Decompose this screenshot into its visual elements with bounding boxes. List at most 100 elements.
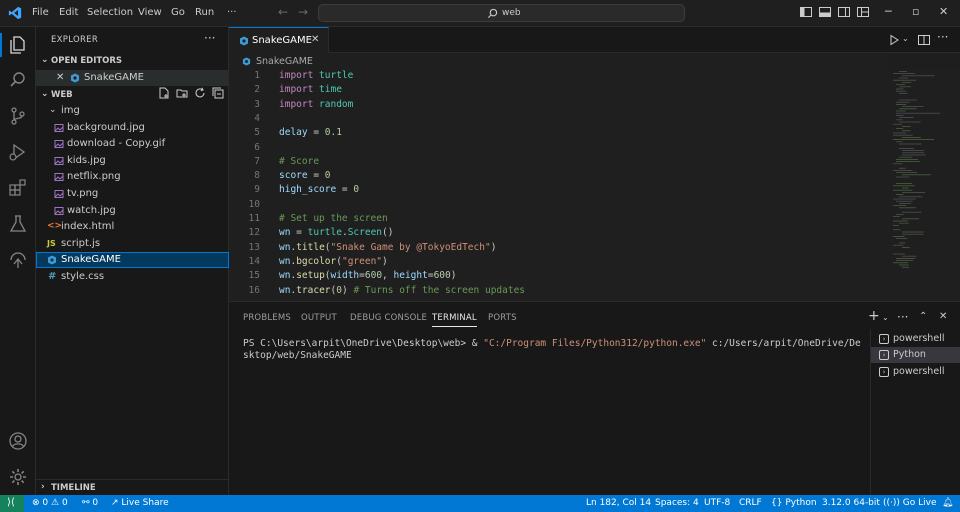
tree-item-kids-jpg[interactable]: kids.jpg: [36, 153, 229, 169]
menu-file[interactable]: File: [32, 7, 49, 18]
menu-run[interactable]: Run: [195, 7, 214, 18]
tree-item-index-html[interactable]: <> index.html: [36, 219, 229, 235]
terminal-item-python[interactable]: › Python: [871, 347, 960, 363]
close-editor-icon[interactable]: ✕: [56, 72, 64, 83]
editor-more-actions-icon[interactable]: ···: [937, 30, 948, 44]
line-number: 13: [248, 241, 260, 253]
tree-item-watch-jpg[interactable]: watch.jpg: [36, 203, 229, 219]
menu-go[interactable]: Go: [171, 7, 185, 18]
menu-edit[interactable]: Edit: [59, 7, 78, 18]
indentation[interactable]: Spaces: 4: [655, 498, 699, 508]
new-file-icon[interactable]: [158, 87, 170, 99]
notifications-bell-icon[interactable]: 🔔︎: [942, 498, 953, 508]
run-and-debug-icon[interactable]: [8, 142, 28, 162]
panel-tab-problems[interactable]: PROBLEMS: [243, 313, 291, 323]
tree-item-img-folder[interactable]: ⌄ img: [36, 103, 229, 119]
tree-item-background-jpg[interactable]: background.jpg: [36, 120, 229, 136]
panel-tab-terminal[interactable]: TERMINAL: [432, 313, 477, 327]
python-file-icon: [48, 255, 56, 265]
bottom-panel: PROBLEMS OUTPUT DEBUG CONSOLE TERMINAL P…: [229, 301, 960, 496]
tree-item-download-gif[interactable]: download - Copy.gif: [36, 136, 229, 152]
go-live-button[interactable]: ((·)) Go Live: [883, 498, 937, 508]
end-of-line[interactable]: CRLF: [739, 498, 762, 508]
customize-layout-icon[interactable]: [857, 6, 869, 18]
encoding[interactable]: UTF-8: [704, 498, 730, 508]
run-dropdown-chevron-icon[interactable]: ⌄: [902, 34, 909, 43]
vscode-logo-icon: [8, 6, 22, 20]
panel-tab-ports[interactable]: PORTS: [488, 313, 517, 323]
extensions-icon[interactable]: [8, 178, 28, 198]
error-icon: ⊗: [32, 498, 40, 508]
panel-tab-debug-console[interactable]: DEBUG CONSOLE: [350, 313, 427, 323]
tree-item-snakegame[interactable]: SnakeGAME: [36, 252, 229, 268]
restore-icon[interactable]: ▫: [912, 5, 919, 18]
code-editor[interactable]: 1 import turtle 2 import time 3 import rand…: [229, 69, 960, 301]
testing-flask-icon[interactable]: [8, 214, 28, 234]
live-share-button[interactable]: ↗ Live Share: [111, 498, 169, 508]
open-editor-item[interactable]: ✕ SnakeGAME: [36, 70, 229, 86]
tab-snakegame[interactable]: SnakeGAME ✕: [229, 27, 329, 53]
minimap-line: [893, 139, 935, 140]
accounts-icon[interactable]: [8, 431, 28, 451]
collapse-all-icon[interactable]: [212, 87, 224, 99]
timeline-header[interactable]: › TIMELINE: [36, 479, 229, 495]
menu-more[interactable]: ···: [227, 7, 237, 18]
menu-view[interactable]: View: [138, 7, 162, 18]
new-folder-icon[interactable]: [176, 87, 188, 99]
search-view-icon[interactable]: [8, 70, 28, 90]
code-token: ): [490, 241, 497, 253]
explorer-files-icon[interactable]: [8, 35, 28, 55]
menu-selection[interactable]: Selection: [87, 7, 133, 18]
minimize-icon[interactable]: ─: [885, 5, 892, 18]
tree-item-label: tv.png: [67, 188, 99, 199]
tree-item-tv-png[interactable]: tv.png: [36, 186, 229, 202]
python-interpreter[interactable]: 3.12.0 64-bit: [822, 498, 880, 508]
code-token: # Turns off the screen updates: [353, 284, 526, 296]
ports-status[interactable]: ⚯ 0: [82, 498, 98, 508]
panel-more-actions-icon[interactable]: ···: [897, 310, 908, 324]
tree-item-label: index.html: [61, 221, 115, 232]
terminal-output[interactable]: PS C:\Users\arpit\OneDrive\Desktop\web> …: [243, 338, 863, 362]
minimap-line: [899, 121, 921, 123]
image-file-icon: [54, 157, 64, 165]
tree-item-netflix-png[interactable]: netflix.png: [36, 169, 229, 185]
terminal-item-powershell-2[interactable]: › powershell: [871, 364, 960, 380]
title-bar: File Edit Selection View Go Run ··· ← → …: [0, 0, 960, 27]
breadcrumb[interactable]: SnakeGAME: [229, 54, 889, 69]
panel-tab-output[interactable]: OUTPUT: [301, 313, 337, 323]
source-control-icon[interactable]: [8, 106, 28, 126]
line-number: 8: [254, 170, 260, 182]
minimap-line: [896, 115, 904, 116]
back-arrow-icon[interactable]: ←: [278, 5, 288, 19]
forward-arrow-icon[interactable]: →: [298, 5, 308, 19]
problems-status[interactable]: ⊗ 0 ⚠ 0: [32, 498, 68, 508]
new-terminal-plus-icon[interactable]: +: [868, 308, 880, 324]
cursor-position[interactable]: Ln 182, Col 14: [586, 498, 651, 508]
run-python-file-icon[interactable]: [888, 34, 900, 46]
minimap-line: [902, 233, 924, 235]
close-window-icon[interactable]: ✕: [939, 5, 948, 18]
close-tab-icon[interactable]: ✕: [311, 34, 319, 45]
minimap[interactable]: [891, 69, 951, 301]
manage-gear-icon[interactable]: [8, 467, 28, 487]
command-center-search[interactable]: web: [318, 4, 685, 22]
more-actions-icon[interactable]: ···: [204, 31, 215, 45]
open-editors-header[interactable]: ⌄ OPEN EDITORS: [36, 53, 229, 69]
code-token: 600: [364, 270, 383, 282]
terminal-item-powershell[interactable]: › powershell: [871, 331, 960, 347]
refresh-icon[interactable]: [194, 87, 206, 99]
toggle-primary-sidebar-icon[interactable]: [800, 6, 812, 18]
language-mode[interactable]: {} Python: [771, 498, 817, 508]
minimap-line: [896, 258, 916, 259]
remote-explorer-icon[interactable]: [8, 250, 28, 270]
close-panel-icon[interactable]: ✕: [939, 311, 947, 322]
terminal-dropdown-chevron-icon[interactable]: ⌄: [882, 313, 889, 322]
split-editor-icon[interactable]: [918, 34, 930, 46]
toggle-secondary-sidebar-icon[interactable]: [838, 6, 850, 18]
remote-indicator[interactable]: ⟩⟨: [0, 495, 24, 512]
ports-icon: ⚯: [82, 498, 90, 508]
toggle-panel-icon[interactable]: [819, 6, 831, 18]
tree-item-style-css[interactable]: # style.css: [36, 269, 229, 285]
maximize-panel-chevron-up-icon[interactable]: ⌃: [919, 311, 927, 322]
tree-item-script-js[interactable]: JS script.js: [36, 236, 229, 252]
